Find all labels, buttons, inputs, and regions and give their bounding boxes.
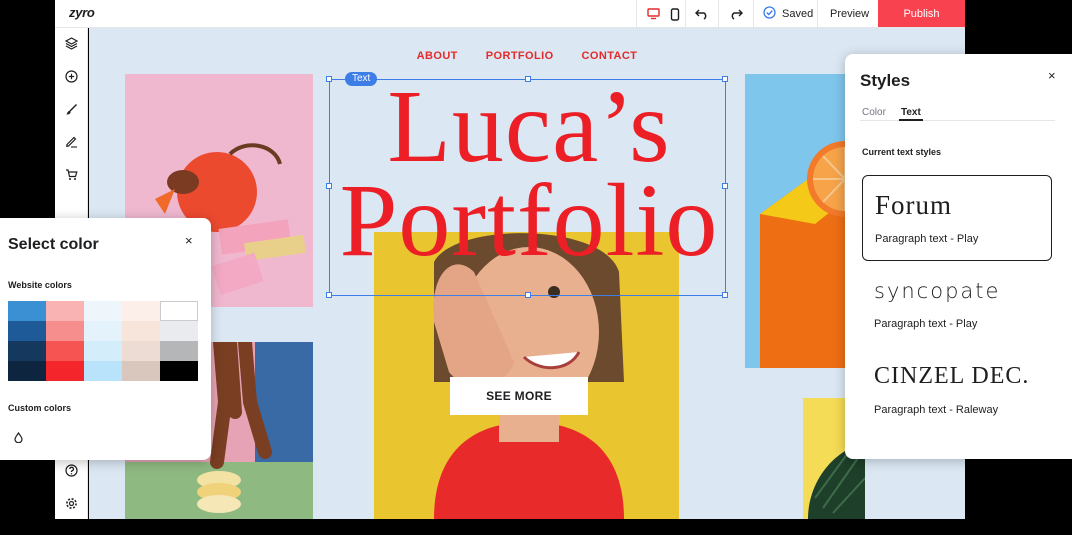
resize-handle[interactable] bbox=[722, 183, 728, 189]
font-name: syncopate bbox=[874, 279, 1001, 303]
color-swatch[interactable] bbox=[46, 301, 84, 321]
color-swatch[interactable] bbox=[46, 341, 84, 361]
font-subtitle: Paragraph text - Play bbox=[874, 318, 978, 330]
settings-icon[interactable] bbox=[63, 495, 80, 512]
font-subtitle: Paragraph text - Play bbox=[875, 233, 979, 245]
website-canvas[interactable]: ABOUT PORTFOLIO CONTACT Luca’s Portfolio… bbox=[89, 28, 965, 519]
desktop-icon[interactable] bbox=[645, 6, 661, 22]
pen-icon[interactable] bbox=[63, 133, 80, 150]
resize-handle[interactable] bbox=[722, 292, 728, 298]
color-swatch[interactable] bbox=[160, 301, 198, 321]
mobile-icon[interactable] bbox=[667, 6, 683, 22]
resize-handle[interactable] bbox=[326, 76, 332, 82]
color-swatch[interactable] bbox=[160, 341, 198, 361]
color-swatch[interactable] bbox=[84, 321, 122, 341]
divider bbox=[753, 0, 754, 28]
site-nav: ABOUT PORTFOLIO CONTACT bbox=[89, 50, 965, 62]
nav-about[interactable]: ABOUT bbox=[417, 50, 458, 62]
panel-title: Select color bbox=[8, 236, 99, 253]
undo-icon[interactable] bbox=[694, 6, 710, 22]
tab-color[interactable]: Color bbox=[862, 107, 886, 118]
color-swatch[interactable] bbox=[122, 321, 160, 341]
color-swatch[interactable] bbox=[122, 361, 160, 381]
layers-icon[interactable] bbox=[63, 35, 80, 52]
resize-handle[interactable] bbox=[525, 292, 531, 298]
divider bbox=[685, 0, 686, 28]
color-swatch[interactable] bbox=[160, 321, 198, 341]
color-swatch[interactable] bbox=[46, 361, 84, 381]
text-style-card[interactable]: CINZEL DEC. Paragraph text - Raleway bbox=[862, 347, 1052, 433]
color-swatch[interactable] bbox=[84, 361, 122, 381]
color-swatch[interactable] bbox=[160, 361, 198, 381]
cart-icon[interactable] bbox=[63, 166, 80, 183]
editor-app: zyro Saved Preview Publish ABOUT PORTFOL… bbox=[0, 0, 1072, 535]
preview-button[interactable]: Preview bbox=[830, 0, 869, 28]
selection-tag[interactable]: Text bbox=[345, 72, 378, 86]
active-tab-indicator bbox=[899, 119, 923, 121]
check-circle-icon bbox=[763, 6, 776, 22]
redo-icon[interactable] bbox=[728, 6, 744, 22]
saved-label: Saved bbox=[782, 8, 814, 20]
styles-panel: Styles × Color Text Current text styles … bbox=[845, 54, 1072, 459]
text-style-card[interactable]: Forum Paragraph text - Play bbox=[862, 175, 1052, 261]
color-swatch[interactable] bbox=[8, 301, 46, 321]
brush-icon[interactable] bbox=[63, 101, 80, 118]
color-drop-icon[interactable] bbox=[13, 430, 24, 444]
selection-box[interactable] bbox=[326, 76, 728, 298]
custom-colors-label: Custom colors bbox=[8, 403, 72, 413]
resize-handle[interactable] bbox=[326, 292, 332, 298]
tab-text[interactable]: Text bbox=[901, 107, 921, 118]
divider bbox=[636, 0, 637, 28]
nav-contact[interactable]: CONTACT bbox=[582, 50, 638, 62]
swatch-grid bbox=[8, 301, 198, 381]
close-icon[interactable]: × bbox=[185, 233, 193, 248]
divider bbox=[718, 0, 719, 28]
resize-handle[interactable] bbox=[722, 76, 728, 82]
zyro-logo[interactable]: zyro bbox=[69, 5, 95, 20]
top-bar: zyro Saved Preview Publish bbox=[55, 0, 965, 28]
color-swatch[interactable] bbox=[84, 341, 122, 361]
section-label: Current text styles bbox=[862, 147, 942, 157]
saved-status: Saved bbox=[763, 0, 813, 28]
publish-button[interactable]: Publish bbox=[878, 0, 965, 27]
color-swatch[interactable] bbox=[8, 341, 46, 361]
close-icon[interactable]: × bbox=[1048, 68, 1056, 83]
website-colors-label: Website colors bbox=[8, 280, 72, 290]
color-swatch[interactable] bbox=[8, 361, 46, 381]
font-name: Forum bbox=[875, 190, 953, 220]
resize-handle[interactable] bbox=[326, 183, 332, 189]
select-color-panel: Select color × Website colors Custom col… bbox=[0, 218, 211, 460]
see-more-button[interactable]: SEE MORE bbox=[450, 377, 588, 415]
nav-portfolio[interactable]: PORTFOLIO bbox=[486, 50, 554, 62]
color-swatch[interactable] bbox=[46, 321, 84, 341]
help-icon[interactable] bbox=[63, 462, 80, 479]
resize-handle[interactable] bbox=[525, 76, 531, 82]
font-name: CINZEL DEC. bbox=[874, 363, 1030, 389]
panel-title: Styles bbox=[860, 71, 911, 90]
color-swatch[interactable] bbox=[8, 321, 46, 341]
font-subtitle: Paragraph text - Raleway bbox=[874, 404, 999, 416]
tab-divider bbox=[860, 120, 1055, 121]
add-icon[interactable] bbox=[63, 68, 80, 85]
color-swatch[interactable] bbox=[122, 341, 160, 361]
divider bbox=[817, 0, 818, 28]
text-style-card[interactable]: syncopate Paragraph text - Play bbox=[862, 261, 1052, 347]
color-swatch[interactable] bbox=[122, 301, 160, 321]
color-swatch[interactable] bbox=[84, 301, 122, 321]
